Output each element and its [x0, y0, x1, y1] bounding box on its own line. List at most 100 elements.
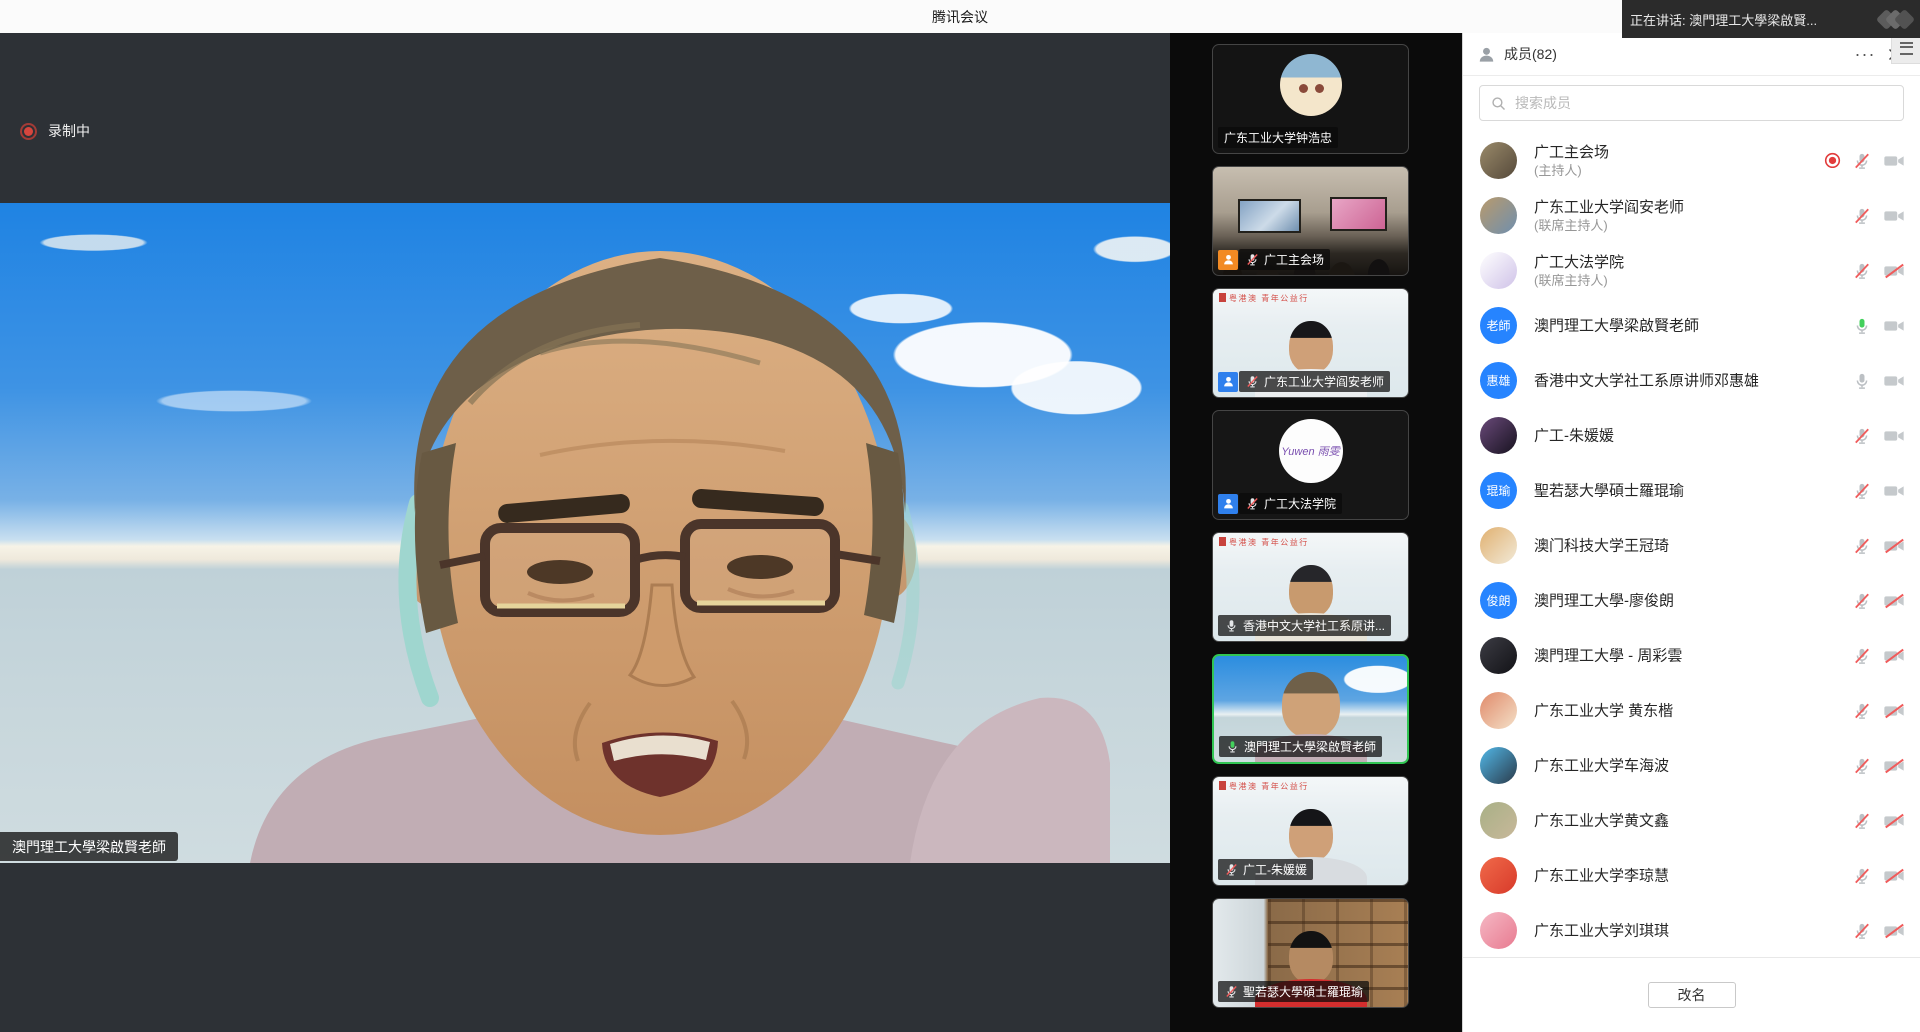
mic-speaking-icon: [1225, 739, 1240, 754]
video-scene-decor: 粤港澳 青年公益行: [1219, 293, 1382, 304]
mic-on-icon: [1224, 618, 1239, 633]
member-row[interactable]: 广工-朱媛媛: [1463, 408, 1920, 463]
member-avatar: [1480, 747, 1517, 784]
camera-off-icon[interactable]: [1882, 699, 1906, 721]
participant-name: 香港中文大学社工系原讲...: [1243, 617, 1385, 634]
video-thumbnail[interactable]: 广东工业大学钟浩忠: [1212, 44, 1409, 154]
camera-on-icon[interactable]: [1882, 369, 1906, 391]
video-thumbnail[interactable]: 粤港澳 青年公益行广东工业大学阎安老师: [1212, 288, 1409, 398]
member-name: 广工大法学院: [1534, 253, 1800, 272]
video-thumbnail[interactable]: 广工主会场: [1212, 166, 1409, 276]
members-icon: [1477, 45, 1496, 64]
member-row[interactable]: 老師澳門理工大學梁啟賢老師: [1463, 298, 1920, 353]
member-role: (主持人): [1534, 162, 1800, 179]
member-avatar: [1480, 252, 1517, 289]
panel-footer: 改名: [1463, 957, 1920, 1032]
member-row[interactable]: 广工主会场(主持人): [1463, 133, 1920, 188]
mic-muted-icon[interactable]: [1852, 700, 1872, 720]
camera-off-icon[interactable]: [1882, 534, 1906, 556]
camera-off-icon[interactable]: [1882, 809, 1906, 831]
speaker-portrait: [210, 203, 1110, 863]
camera-on-icon[interactable]: [1882, 424, 1906, 446]
member-row[interactable]: 广工大法学院(联席主持人): [1463, 243, 1920, 298]
member-search-input[interactable]: [1513, 94, 1903, 112]
thumbnail-label: 香港中文大学社工系原讲...: [1218, 615, 1391, 636]
mic-on-icon[interactable]: [1852, 370, 1872, 390]
member-row[interactable]: 琨瑜聖若瑟大學碩士羅琨瑜: [1463, 463, 1920, 518]
mic-muted-icon[interactable]: [1852, 205, 1872, 225]
video-thumbnail[interactable]: 粤港澳 青年公益行广工-朱媛媛: [1212, 776, 1409, 886]
member-row[interactable]: 广东工业大学阎安老师(联席主持人): [1463, 188, 1920, 243]
member-name: 澳門理工大學 - 周彩雲: [1534, 646, 1800, 665]
mic-muted-icon[interactable]: [1852, 645, 1872, 665]
recording-dot-icon: [20, 123, 37, 140]
camera-off-icon[interactable]: [1882, 259, 1906, 281]
mic-muted-icon[interactable]: [1852, 865, 1872, 885]
member-avatar: 俊朗: [1480, 582, 1517, 619]
mic-muted-icon[interactable]: [1852, 535, 1872, 555]
member-row[interactable]: 广东工业大学黄文鑫: [1463, 793, 1920, 848]
mic-muted-icon: [1245, 496, 1260, 511]
member-row[interactable]: 澳门科技大学王冠琦: [1463, 518, 1920, 573]
speaking-status-box: 正在讲话: 澳門理工大學梁啟賢...: [1622, 0, 1920, 38]
video-scene-decor: 粤港澳 青年公益行: [1219, 781, 1382, 792]
host-badge-icon: [1218, 250, 1238, 270]
hamburger-icon: [1900, 42, 1913, 55]
participant-avatar: [1280, 54, 1342, 116]
member-avatar: [1480, 912, 1517, 949]
recording-badge-icon: [1823, 151, 1842, 170]
camera-on-icon[interactable]: [1882, 149, 1906, 171]
camera-off-icon[interactable]: [1882, 589, 1906, 611]
member-row[interactable]: 广东工业大学李琼慧: [1463, 848, 1920, 903]
video-thumbnail[interactable]: 粤港澳 青年公益行香港中文大学社工系原讲...: [1212, 532, 1409, 642]
speaking-status-text: 正在讲话: 澳門理工大學梁啟賢...: [1630, 10, 1875, 29]
member-row[interactable]: 澳門理工大學 - 周彩雲: [1463, 628, 1920, 683]
members-panel-header: 成员(82) ···: [1463, 33, 1920, 76]
mic-muted-icon[interactable]: [1852, 260, 1872, 280]
member-row[interactable]: 俊朗澳門理工大學-廖俊朗: [1463, 573, 1920, 628]
member-role: (联席主持人): [1534, 217, 1800, 234]
camera-off-icon[interactable]: [1882, 644, 1906, 666]
camera-off-icon[interactable]: [1882, 754, 1906, 776]
recording-label: 录制中: [48, 121, 90, 141]
member-avatar: 琨瑜: [1480, 472, 1517, 509]
camera-off-icon[interactable]: [1882, 864, 1906, 886]
rename-button[interactable]: 改名: [1648, 982, 1736, 1008]
video-scene-decor: 粤港澳 青年公益行: [1219, 537, 1382, 548]
member-row[interactable]: 广东工业大学车海波: [1463, 738, 1920, 793]
camera-off-icon[interactable]: [1882, 919, 1906, 941]
video-thumbnail[interactable]: 聖若瑟大學碩士羅琨瑜: [1212, 898, 1409, 1008]
video-thumbnail[interactable]: 澳門理工大學梁啟賢老師: [1212, 654, 1409, 764]
mic-muted-icon[interactable]: [1852, 810, 1872, 830]
member-name: 广东工业大学 黄东楷: [1534, 701, 1800, 720]
mic-muted-icon[interactable]: [1852, 755, 1872, 775]
mic-muted-icon[interactable]: [1852, 150, 1872, 170]
member-role: (联席主持人): [1534, 272, 1800, 289]
camera-on-icon[interactable]: [1882, 314, 1906, 336]
mic-muted-icon[interactable]: [1852, 920, 1872, 940]
mic-muted-icon[interactable]: [1852, 590, 1872, 610]
active-speaker-name-chip: 澳門理工大學梁啟賢老師: [0, 832, 178, 861]
participant-name: 广工-朱媛媛: [1243, 861, 1307, 878]
member-name: 广东工业大学车海波: [1534, 756, 1800, 775]
thumbnail-label: 广工大法学院: [1218, 493, 1342, 514]
member-row[interactable]: 惠雄香港中文大学社工系原讲师邓惠雄: [1463, 353, 1920, 408]
camera-on-icon[interactable]: [1882, 204, 1906, 226]
video-thumbnail[interactable]: Yuwen 雨雯广工大法学院: [1212, 410, 1409, 520]
member-name: 澳門理工大學-廖俊朗: [1534, 591, 1800, 610]
more-options-button[interactable]: ···: [1850, 33, 1880, 81]
camera-on-icon[interactable]: [1882, 479, 1906, 501]
member-avatar: [1480, 637, 1517, 674]
mic-speaking-icon[interactable]: [1852, 315, 1872, 335]
member-name: 广工主会场: [1534, 143, 1800, 162]
mic-muted-icon: [1245, 374, 1260, 389]
active-speaker-name: 澳門理工大學梁啟賢老師: [12, 837, 166, 857]
active-speaker-video[interactable]: 澳門理工大學梁啟賢老師: [0, 203, 1170, 863]
member-row[interactable]: 广东工业大学 黄东楷: [1463, 683, 1920, 738]
member-row[interactable]: 广东工业大学刘琪琪: [1463, 903, 1920, 958]
mic-muted-icon[interactable]: [1852, 425, 1872, 445]
member-search-box: [1479, 85, 1904, 121]
participant-name: 聖若瑟大學碩士羅琨瑜: [1243, 983, 1363, 1000]
member-name: 广东工业大学刘琪琪: [1534, 921, 1800, 940]
mic-muted-icon[interactable]: [1852, 480, 1872, 500]
